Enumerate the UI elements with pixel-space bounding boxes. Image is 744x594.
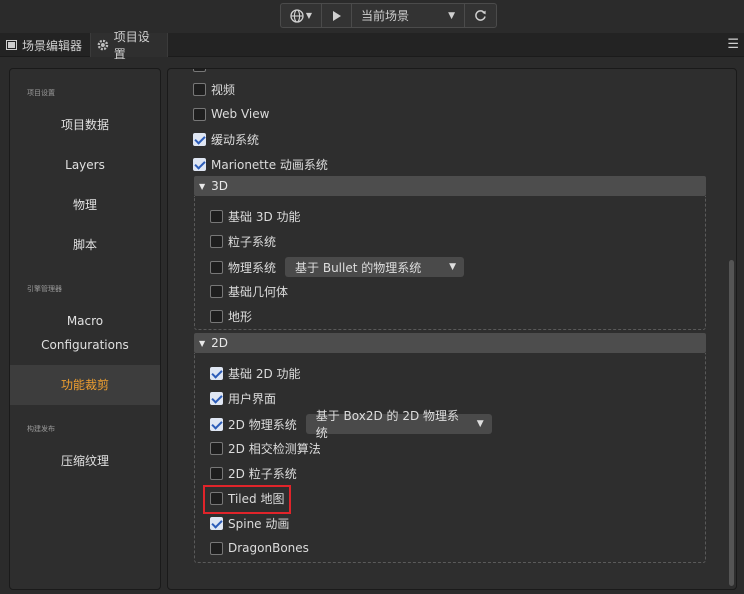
checkbox-checked[interactable] <box>210 417 223 431</box>
group-3d-title: 3D <box>211 179 229 193</box>
feature-ui-label: 用户界面 <box>228 391 277 406</box>
physics-engine-select-value: 基于 Bullet 的物理系统 <box>295 260 422 275</box>
feature-webview-label: Web View <box>211 107 270 121</box>
physics2d-engine-select[interactable]: 基于 Box2D 的 2D 物理系统 ▼ <box>305 409 492 440</box>
hamburger-menu-icon[interactable]: ☰ <box>727 37 739 52</box>
gear-icon <box>97 39 109 51</box>
checkbox-checked[interactable] <box>210 366 223 380</box>
feature-spine-row[interactable]: Spine 动画 <box>210 514 289 532</box>
checkbox[interactable] <box>210 234 223 248</box>
section-label-build: 构建发布 <box>27 425 55 433</box>
feature-base2d-row[interactable]: 基础 2D 功能 <box>210 364 301 382</box>
feature-base2d-label: 基础 2D 功能 <box>228 366 301 381</box>
chevron-down-icon: ▼ <box>305 11 313 20</box>
checkbox-checked[interactable] <box>193 157 206 171</box>
feature-video-label: 视频 <box>211 82 236 97</box>
feature-terrain-label: 地形 <box>228 309 253 324</box>
group-3d-header[interactable]: ▼ 3D <box>194 176 706 196</box>
feature-particle-label: 粒子系统 <box>228 234 277 249</box>
play-icon <box>332 10 341 21</box>
checkbox-checked[interactable] <box>210 516 223 530</box>
checkbox[interactable] <box>210 466 223 480</box>
caret-down-icon: ▼ <box>199 338 206 348</box>
feature-dragonbones-label: DragonBones <box>228 541 309 555</box>
feature-base3d-label: 基础 3D 功能 <box>228 209 301 224</box>
feature-tween-label: 缓动系统 <box>211 132 260 147</box>
sidebar-item-layers[interactable]: Layers <box>10 155 160 175</box>
platform-button[interactable]: ▼ <box>281 4 322 27</box>
feature-webview-row[interactable]: Web View <box>193 105 269 123</box>
settings-sidebar: 项目设置 项目数据 Layers 物理 脚本 引擎管理器 Macro Confi… <box>9 68 161 590</box>
feature-tween-row[interactable]: 缓动系统 <box>193 130 259 148</box>
checkbox-checked[interactable] <box>193 132 206 146</box>
feature-cropping-panel: 视频 Web View 缓动系统 Marionette 动画系统 ▼ 3D 基础… <box>167 68 737 590</box>
feature-physics-row[interactable]: 物理系统 基于 Bullet 的物理系统 ▼ <box>210 257 465 277</box>
checkbox[interactable] <box>210 260 223 274</box>
tab-project-settings-label: 项目设置 <box>113 30 150 61</box>
feature-dragonbones-row[interactable]: DragonBones <box>210 539 309 557</box>
sidebar-item-physics[interactable]: 物理 <box>10 195 160 215</box>
group-2d-title: 2D <box>211 336 229 350</box>
tab-project-settings[interactable]: 项目设置 <box>90 30 168 61</box>
feature-terrain-row[interactable]: 地形 <box>210 307 252 325</box>
macro-label-line1: Macro <box>66 314 104 328</box>
section-label-engine: 引擎管理器 <box>27 285 62 293</box>
checkbox[interactable] <box>210 309 223 323</box>
refresh-button[interactable] <box>465 4 496 27</box>
highlight-box <box>203 485 291 514</box>
physics2d-engine-select-value: 基于 Box2D 的 2D 物理系统 <box>315 409 460 440</box>
feature-marionette-label: Marionette 动画系统 <box>211 157 328 172</box>
checkbox[interactable] <box>210 441 223 455</box>
checkbox-checked[interactable] <box>210 391 223 405</box>
feature-marionette-row[interactable]: Marionette 动画系统 <box>193 155 328 173</box>
feature-ui-row[interactable]: 用户界面 <box>210 389 276 407</box>
feature-physics2d-row[interactable]: 2D 物理系统 基于 Box2D 的 2D 物理系统 ▼ <box>210 409 492 440</box>
section-label-project: 项目设置 <box>27 89 55 97</box>
sidebar-item-feature-cropping[interactable]: 功能裁剪 <box>10 365 160 405</box>
feature-particle2d-row[interactable]: 2D 粒子系统 <box>210 464 297 482</box>
sidebar-item-scripts[interactable]: 脚本 <box>10 235 160 255</box>
feature-base3d-row[interactable]: 基础 3D 功能 <box>210 207 301 225</box>
checkbox[interactable] <box>210 209 223 223</box>
feature-spine-label: Spine 动画 <box>228 516 290 531</box>
play-button[interactable] <box>322 4 352 27</box>
scene-select-value: 当前场景 <box>361 9 410 23</box>
checkbox[interactable] <box>210 541 223 555</box>
chevron-down-icon: ▼ <box>448 10 455 21</box>
refresh-icon <box>475 10 486 21</box>
caret-down-icon: ▼ <box>199 181 206 191</box>
macro-label-line2: Configurations <box>41 338 129 352</box>
top-toolbar: ▼ 当前场景 ▼ <box>0 0 744 32</box>
panel-tab-bar: 场景编辑器 项目设置 ☰ <box>0 30 744 61</box>
sidebar-item-texture-compression[interactable]: 压缩纹理 <box>10 451 160 471</box>
feature-particle-row[interactable]: 粒子系统 <box>210 232 276 250</box>
preview-control-group: ▼ 当前场景 ▼ <box>280 3 497 28</box>
tab-scene-editor-label: 场景编辑器 <box>22 38 83 53</box>
feature-intersection-row[interactable]: 2D 相交检测算法 <box>210 439 321 457</box>
sidebar-item-macro-configurations[interactable]: Macro Configurations <box>10 309 160 357</box>
scene-editor-icon <box>6 40 17 50</box>
scene-select[interactable]: 当前场景 ▼ <box>352 4 465 27</box>
feature-video-row[interactable]: 视频 <box>193 80 235 98</box>
feature-physics-label: 物理系统 <box>228 260 277 275</box>
checkbox-partial[interactable] <box>193 69 206 72</box>
tab-scene-editor[interactable]: 场景编辑器 <box>0 33 89 57</box>
feature-geometry-label: 基础几何体 <box>228 284 289 299</box>
checkbox[interactable] <box>193 107 206 121</box>
globe-icon <box>290 8 304 23</box>
feature-particle2d-label: 2D 粒子系统 <box>228 466 297 481</box>
group-2d-header[interactable]: ▼ 2D <box>194 333 706 353</box>
sidebar-item-project-data[interactable]: 项目数据 <box>10 115 160 135</box>
scrollbar-thumb[interactable] <box>729 260 734 586</box>
feature-intersection-label: 2D 相交检测算法 <box>228 441 321 456</box>
feature-physics2d-label: 2D 物理系统 <box>228 417 297 432</box>
checkbox[interactable] <box>210 284 223 298</box>
checkbox[interactable] <box>193 82 206 96</box>
physics-engine-select[interactable]: 基于 Bullet 的物理系统 ▼ <box>285 257 465 277</box>
feature-geometry-row[interactable]: 基础几何体 <box>210 282 288 300</box>
caret-down-icon: ▼ <box>476 419 484 429</box>
caret-down-icon: ▼ <box>449 262 457 272</box>
